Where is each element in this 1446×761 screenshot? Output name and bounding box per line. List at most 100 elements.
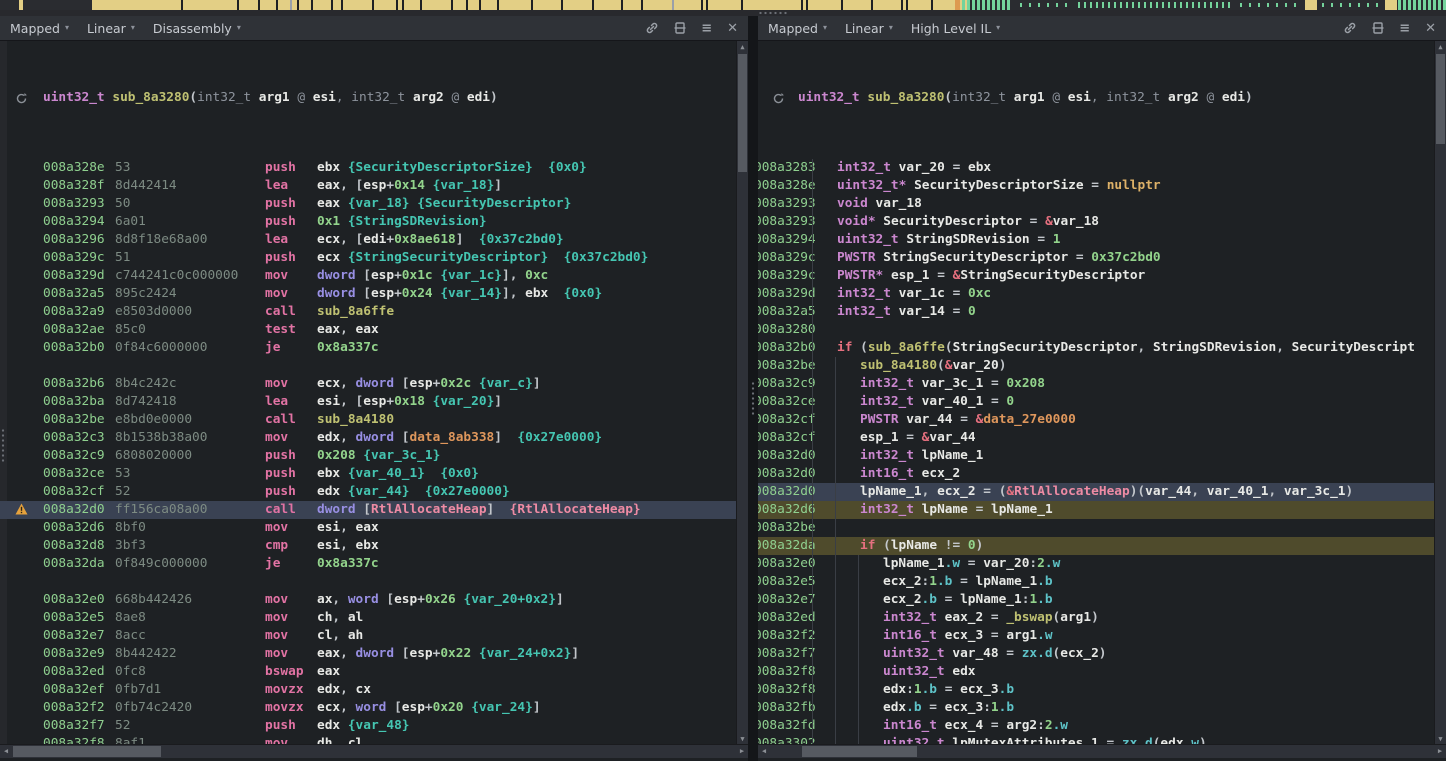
mnemonic[interactable]: mov [265,519,317,537]
horizontal-scrollbar[interactable]: ◀ ▶ [758,744,1446,758]
hlil-line[interactable]: 008a32f8uint32_t edx [758,663,1435,681]
il-level-dropdown[interactable]: High Level IL ▾ [911,21,1000,36]
mnemonic[interactable]: cmp [265,537,317,555]
hlil-line[interactable]: 008a32d0lpName_1, ecx_2 = (&RtlAllocateH… [758,483,1435,501]
pane-resize-grip[interactable] [1,428,5,462]
close-icon[interactable]: ✕ [727,22,738,35]
address[interactable]: 008a328f [43,177,115,195]
scroll-up-arrow[interactable]: ▲ [1435,41,1446,53]
hlil-line[interactable]: 008a329cPWSTR StringSecurityDescriptor =… [758,249,1435,267]
mnemonic[interactable]: mov [265,627,317,645]
disasm-line[interactable]: 008a32d68bf0movesi, eax [0,519,737,537]
address[interactable]: 008a32ba [43,393,115,411]
feature-map-grip[interactable] [758,11,788,15]
hlil-line[interactable]: 008a32d6int32_t lpName = lpName_1 [758,501,1435,519]
disasm-line[interactable]: 008a32968d8f18e68a00leaecx, [edi+0x8ae61… [0,231,737,249]
mnemonic[interactable]: je [265,555,317,573]
view-mode-dropdown[interactable]: Mapped ▾ [768,21,827,36]
hlil-line[interactable]: 008a32besub_8a4180(&var_20) [758,357,1435,375]
sync-link-icon[interactable] [1343,21,1357,35]
mnemonic[interactable]: lea [265,393,317,411]
address[interactable]: 008a32cf [43,483,115,501]
split-pane-icon[interactable] [1372,21,1384,35]
address[interactable]: 008a32ce [43,465,115,483]
address[interactable]: 008a32cf [758,429,812,447]
address[interactable]: 008a3293 [758,213,812,231]
layout-dropdown[interactable]: Linear ▾ [845,21,893,36]
address[interactable]: 008a32d0 [758,447,812,465]
address[interactable]: 008a32ef [43,681,115,699]
disasm-line[interactable]: 008a32a9e8503d0000callsub_8a6ffe [0,303,737,321]
disasm-line[interactable]: 008a328f8d442414leaeax, [esp+0x14 {var_1… [0,177,737,195]
disasm-line[interactable]: 008a32d0ff156ca08a00calldword [RtlAlloca… [0,501,737,519]
scrollbar-thumb[interactable] [738,54,747,172]
hlil-line[interactable]: 008a32f7uint32_t var_48 = zx.d(ecx_2) [758,645,1435,663]
hlil-line[interactable]: 008a32fdint16_t ecx_4 = arg2:2.w [758,717,1435,735]
scroll-right-arrow[interactable]: ▶ [1434,745,1446,758]
address[interactable]: 008a32f2 [43,699,115,717]
address[interactable]: 008a32da [43,555,115,573]
mnemonic[interactable]: mov [265,285,317,303]
address[interactable]: 008a32d8 [43,537,115,555]
mnemonic[interactable]: movzx [265,699,317,717]
hlil-line[interactable]: 008a3293void* SecurityDescriptor = &var_… [758,213,1435,231]
hlil-line[interactable]: 008a32e5ecx_2:1.b = lpName_1.b [758,573,1435,591]
hlil-line[interactable]: 008a32cfPWSTR var_44 = &data_27e0000 [758,411,1435,429]
close-icon[interactable]: ✕ [1425,22,1436,35]
disasm-line[interactable]: 008a32ed0fc8bswapeax [0,663,737,681]
address[interactable]: 008a32ce [758,393,812,411]
address[interactable]: 008a32f8 [758,663,812,681]
layout-dropdown[interactable]: Linear ▾ [87,21,135,36]
address[interactable]: 008a32e0 [758,555,812,573]
hlil-line[interactable]: 008a32f8edx:1.b = ecx_3.b [758,681,1435,699]
address[interactable]: 008a32d0 [758,483,812,501]
hlil-line[interactable]: 008a32e7ecx_2.b = lpName_1:1.b [758,591,1435,609]
address[interactable]: 008a32be [758,519,812,537]
address[interactable]: 008a329c [758,267,812,285]
address[interactable]: 008a32d0 [43,501,115,519]
hlil-line[interactable]: 008a32c9int32_t var_3c_1 = 0x208 [758,375,1435,393]
hlil-line[interactable]: 008a328euint32_t* SecurityDescriptorSize… [758,177,1435,195]
mnemonic[interactable]: push [265,483,317,501]
address[interactable]: 008a32b6 [43,375,115,393]
address[interactable]: 008a3283 [758,159,812,177]
address[interactable]: 008a3280 [758,321,812,339]
mnemonic[interactable]: push [265,717,317,735]
hlil-line[interactable]: 008a3293void var_18 [758,195,1435,213]
scrollbar-thumb[interactable] [13,746,161,757]
il-level-dropdown[interactable]: Disassembly ▾ [153,21,241,36]
address[interactable]: 008a32f7 [43,717,115,735]
scrollbar-thumb[interactable] [1436,54,1445,144]
disasm-line[interactable]: 008a32da0f849c000000je0x8a337c [0,555,737,573]
address[interactable]: 008a32fb [758,699,812,717]
function-signature[interactable]: uint32_t sub_8a3280(int32_t arg1 @ esi, … [758,85,1435,111]
address[interactable]: 008a32a5 [758,303,812,321]
address[interactable]: 008a3296 [43,231,115,249]
disasm-line[interactable]: 008a32f752pushedx {var_48} [0,717,737,735]
hlil-line[interactable]: 008a32daif (lpName != 0) [758,537,1435,555]
hlil-line[interactable]: 008a32f2int16_t ecx_3 = arg1.w [758,627,1435,645]
address[interactable]: 008a32a5 [43,285,115,303]
mnemonic[interactable]: test [265,321,317,339]
disasm-line[interactable]: 008a32b00f84c6000000je0x8a337c [0,339,737,357]
disasm-line[interactable]: 008a32f20fb74c2420movzxecx, word [esp+0x… [0,699,737,717]
address[interactable]: 008a32be [43,411,115,429]
scrollbar-thumb[interactable] [802,746,917,757]
scroll-left-arrow[interactable]: ◀ [758,745,770,758]
disasm-line[interactable]: 008a32cf52pushedx {var_44} {0x27e0000} [0,483,737,501]
mnemonic[interactable]: mov [265,609,317,627]
address[interactable]: 008a32c3 [43,429,115,447]
address[interactable]: 008a32f2 [758,627,812,645]
mnemonic[interactable]: push [265,159,317,177]
address[interactable]: 008a32d6 [43,519,115,537]
vertical-scrollbar[interactable]: ▲ ▼ [736,41,748,745]
menu-icon[interactable]: ≡ [1399,22,1410,35]
function-signature[interactable]: uint32_t sub_8a3280(int32_t arg1 @ esi, … [0,85,737,111]
disasm-line[interactable]: 008a32ae85c0testeax, eax [0,321,737,339]
mnemonic[interactable]: bswap [265,663,317,681]
mnemonic[interactable]: push [265,465,317,483]
mnemonic[interactable]: mov [265,429,317,447]
address[interactable]: 008a328e [758,177,812,195]
hlil-line[interactable]: 008a329dint32_t var_1c = 0xc [758,285,1435,303]
hlil-line[interactable]: 008a32e0lpName_1.w = var_20:2.w [758,555,1435,573]
